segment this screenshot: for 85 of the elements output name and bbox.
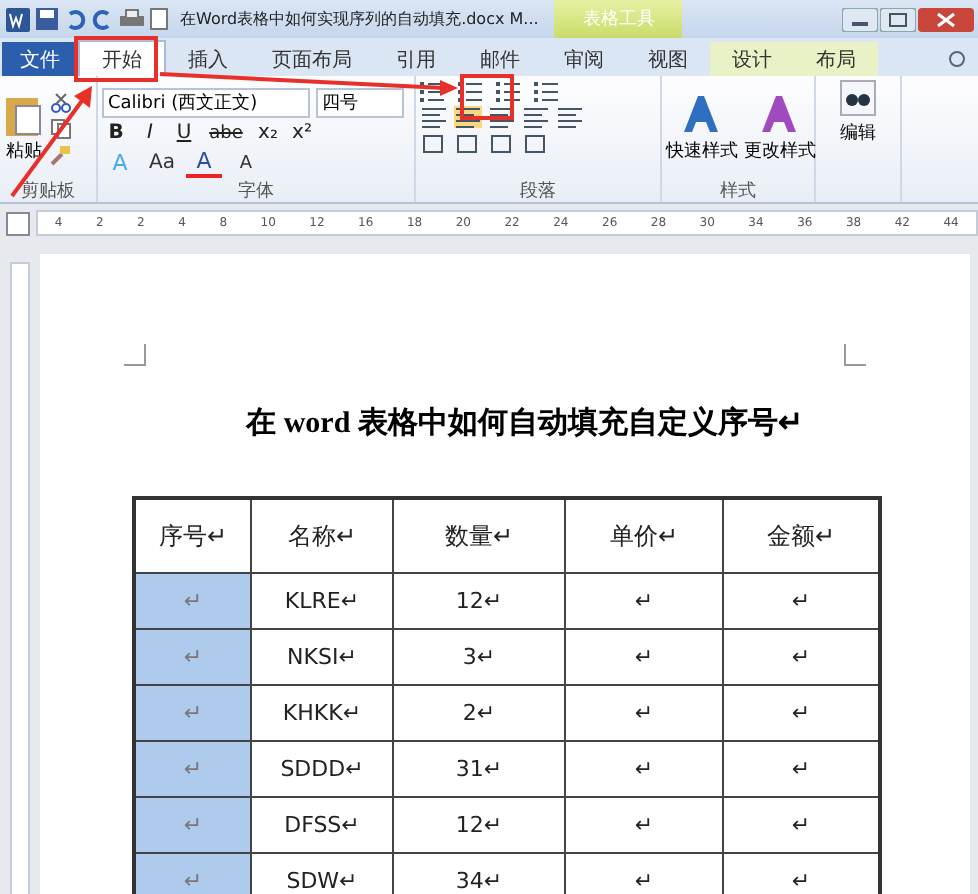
table-cell: ↵	[134, 741, 251, 797]
table-cell: ↵	[134, 853, 251, 894]
column-header: 单价↵	[565, 498, 723, 573]
ribbon-tab[interactable]: 视图	[626, 42, 710, 76]
letter-a-icon	[758, 94, 802, 134]
shading-icon[interactable]	[454, 132, 482, 154]
document-icon[interactable]	[150, 8, 170, 30]
clipboard-icon	[4, 94, 44, 138]
ribbon-tab[interactable]: 布局	[794, 42, 878, 76]
shading-icon[interactable]	[488, 132, 516, 154]
ribbon-tab[interactable]: 文件	[2, 42, 78, 76]
style-button[interactable]: 快速样式	[666, 94, 738, 164]
format-button[interactable]: I	[136, 122, 164, 144]
table-cell: SDDD↵	[251, 741, 393, 797]
paste-button[interactable]: 粘贴	[4, 94, 44, 164]
table-cell: KLRE↵	[251, 573, 393, 629]
ribbon-tab[interactable]: 插入	[166, 42, 250, 76]
table-cell: ↵	[134, 685, 251, 741]
align-icon[interactable]	[420, 106, 448, 128]
format-button[interactable]: x²	[288, 122, 316, 144]
ribbon-tab[interactable]: 引用	[374, 42, 458, 76]
maximize-icon[interactable]	[880, 7, 916, 31]
column-header: 名称↵	[251, 498, 393, 573]
shading-icon[interactable]	[522, 132, 550, 154]
table-cell: ↵	[565, 573, 723, 629]
table-cell: ↵	[565, 629, 723, 685]
scissors-icon[interactable]	[50, 92, 72, 114]
tab-stop-selector[interactable]	[6, 211, 30, 235]
highlight-frame	[74, 36, 158, 82]
table-cell: 3↵	[393, 629, 565, 685]
undo-icon[interactable]	[64, 8, 86, 30]
font-name-field[interactable]: Calibri (西文正文)	[102, 88, 310, 118]
help-icon[interactable]	[948, 50, 966, 68]
align-icon[interactable]	[556, 106, 584, 128]
ribbon-tab[interactable]: 设计	[710, 42, 794, 76]
minimize-icon[interactable]	[842, 7, 878, 31]
format-button[interactable]: abe	[204, 123, 248, 143]
copy-icon[interactable]	[50, 118, 72, 140]
table-cell: 2↵	[393, 685, 565, 741]
table-cell: DFSS↵	[251, 797, 393, 853]
ribbon-tab[interactable]: 页面布局	[250, 42, 374, 76]
table-cell: ↵	[134, 629, 251, 685]
ribbon-tab[interactable]: 开始	[78, 40, 166, 76]
highlight-frame	[460, 74, 514, 120]
table-cell: ↵	[134, 797, 251, 853]
context-tab-group: 表格工具	[554, 0, 683, 38]
table-cell: KHKK↵	[251, 685, 393, 741]
align-icon[interactable]	[488, 106, 516, 128]
table-cell: 31↵	[393, 741, 565, 797]
format-button[interactable]: x₂	[254, 122, 282, 144]
printer-icon[interactable]	[120, 8, 144, 30]
group-label: 样式	[718, 179, 758, 202]
style-button[interactable]: 更改样式	[744, 94, 816, 164]
font-size-field[interactable]: 四号	[316, 88, 404, 118]
word-icon[interactable]	[6, 7, 30, 31]
format-button[interactable]: B	[102, 122, 130, 144]
binoculars-icon	[840, 80, 876, 116]
group-label: 段落	[518, 179, 558, 202]
editing-button[interactable]: 编辑	[820, 80, 896, 146]
font-color-button[interactable]: A	[228, 153, 264, 173]
table-cell: NKSI↵	[251, 629, 393, 685]
table-cell: 12↵	[393, 797, 565, 853]
save-icon[interactable]	[36, 8, 58, 30]
redo-icon[interactable]	[92, 8, 114, 30]
column-header: 数量↵	[393, 498, 565, 573]
font-color-button[interactable]: Aa	[144, 152, 180, 174]
brush-icon[interactable]	[50, 144, 72, 166]
ribbon-tab[interactable]: 邮件	[458, 42, 542, 76]
ribbon-tab[interactable]: 审阅	[542, 42, 626, 76]
format-button[interactable]: U	[170, 122, 198, 144]
close-icon[interactable]	[918, 7, 974, 31]
align-icon[interactable]	[522, 106, 550, 128]
window-title: 在Word表格中如何实现序列的自动填充.docx M...	[180, 8, 539, 30]
letter-a-icon	[680, 94, 724, 134]
annotation-arrow	[10, 86, 92, 198]
table-cell: ↵	[565, 741, 723, 797]
shading-icon[interactable]	[420, 132, 448, 154]
table-cell: ↵	[565, 797, 723, 853]
table-cell: ↵	[565, 685, 723, 741]
table-cell: 12↵	[393, 573, 565, 629]
group-label: 字体	[236, 179, 276, 202]
group-label: 剪贴板	[19, 179, 77, 202]
table-cell: ↵	[134, 573, 251, 629]
font-color-button[interactable]: A	[186, 148, 222, 178]
document-heading: 在 word 表格中如何自动填充自定义序号↵	[243, 404, 806, 442]
